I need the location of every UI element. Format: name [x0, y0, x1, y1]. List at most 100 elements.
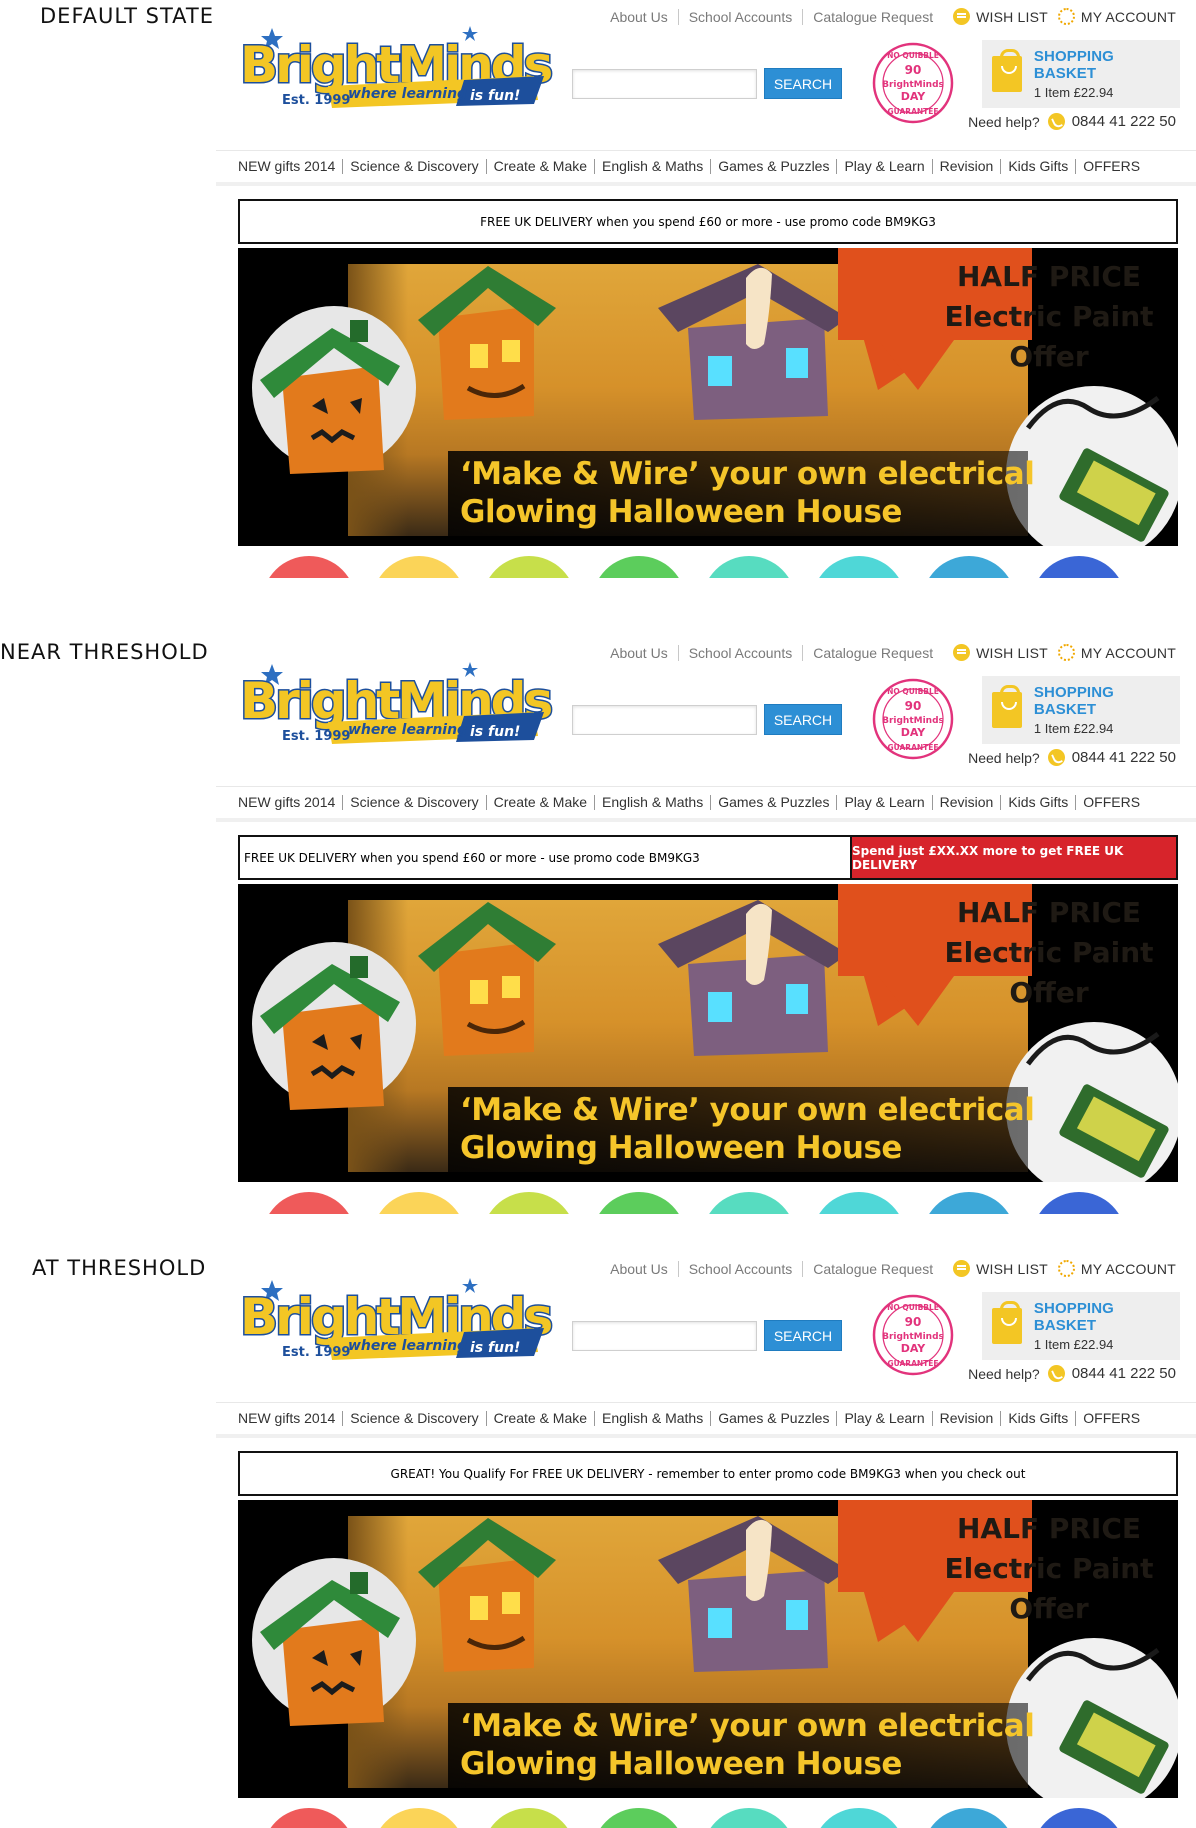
nav-item-english-maths[interactable]: English & Maths	[594, 1411, 710, 1426]
nav-item-create-make[interactable]: Create & Make	[485, 159, 594, 174]
hero-banner[interactable]: HALF PRICE Electric Paint Offer ‘Make & …	[238, 1500, 1178, 1798]
category-circle[interactable]	[1032, 1808, 1126, 1828]
nav-item-offers[interactable]: OFFERS	[1075, 159, 1147, 174]
nav-item-kids-gifts[interactable]: Kids Gifts	[1000, 1411, 1075, 1426]
hero-caption-line-2: Glowing Halloween House	[460, 1746, 902, 1782]
search-input[interactable]	[572, 1320, 757, 1351]
brightminds-logo[interactable]: BrightMinds Est. 1999 where learning is …	[238, 24, 556, 120]
phone-number[interactable]: 0844 41 222 50	[1072, 749, 1176, 766]
about-us-link[interactable]: About Us	[600, 644, 679, 661]
category-circle[interactable]	[922, 1192, 1016, 1214]
top-links: About Us School Accounts Catalogue Reque…	[600, 644, 1176, 661]
hero-banner[interactable]: HALF PRICE Electric Paint Offer ‘Make & …	[238, 248, 1178, 546]
hero-caption-line-2: Glowing Halloween House	[460, 494, 902, 530]
nav-item-new-gifts[interactable]: NEW gifts 2014	[238, 1411, 342, 1426]
nav-item-english-maths[interactable]: English & Maths	[594, 795, 710, 810]
nav-item-play-learn[interactable]: Play & Learn	[836, 795, 931, 810]
nav-item-new-gifts[interactable]: NEW gifts 2014	[238, 159, 342, 174]
category-circle[interactable]	[372, 1808, 466, 1828]
category-circle[interactable]	[262, 556, 356, 578]
nav-item-play-learn[interactable]: Play & Learn	[836, 1411, 931, 1426]
category-circle[interactable]	[922, 1808, 1016, 1828]
catalogue-request-link[interactable]: Catalogue Request	[803, 645, 943, 661]
nav-item-science[interactable]: Science & Discovery	[342, 795, 485, 810]
phone-icon	[1047, 749, 1065, 766]
wish-list-link[interactable]: WISH LIST	[953, 644, 1048, 661]
nav-item-games-puzzles[interactable]: Games & Puzzles	[710, 795, 836, 810]
search-button[interactable]: SEARCH	[764, 68, 842, 99]
nav-item-games-puzzles[interactable]: Games & Puzzles	[710, 1411, 836, 1426]
category-circle[interactable]	[482, 1808, 576, 1828]
search-bar: SEARCH	[572, 704, 842, 735]
category-circle[interactable]	[592, 1808, 686, 1828]
search-button[interactable]: SEARCH	[764, 1320, 842, 1351]
nav-item-play-learn[interactable]: Play & Learn	[836, 159, 931, 174]
catalogue-request-link[interactable]: Catalogue Request	[803, 1261, 943, 1277]
category-circle[interactable]	[482, 1192, 576, 1214]
nav-item-kids-gifts[interactable]: Kids Gifts	[1000, 159, 1075, 174]
category-circle[interactable]	[1032, 556, 1126, 578]
wish-list-link[interactable]: WISH LIST	[953, 1260, 1048, 1277]
svg-text:GUARANTEE: GUARANTEE	[887, 107, 938, 116]
my-account-link[interactable]: MY ACCOUNT	[1057, 8, 1176, 25]
category-circle[interactable]	[262, 1808, 356, 1828]
nav-item-kids-gifts[interactable]: Kids Gifts	[1000, 795, 1075, 810]
wish-list-label: WISH LIST	[976, 8, 1048, 25]
category-circle[interactable]	[592, 556, 686, 578]
category-circle[interactable]	[812, 1192, 906, 1214]
nav-item-new-gifts[interactable]: NEW gifts 2014	[238, 795, 342, 810]
help-line: Need help? 0844 41 222 50	[968, 749, 1176, 766]
shopping-basket[interactable]: SHOPPING BASKET 1 Item £22.94	[982, 40, 1180, 108]
search-input[interactable]	[572, 68, 757, 99]
brightminds-logo[interactable]: BrightMinds Est. 1999 where learning is …	[238, 660, 556, 756]
phone-number[interactable]: 0844 41 222 50	[1072, 113, 1176, 130]
category-circle[interactable]	[922, 556, 1016, 578]
svg-text:NO QUIBBLE: NO QUIBBLE	[887, 51, 939, 60]
category-circle[interactable]	[702, 556, 796, 578]
category-circle[interactable]	[812, 556, 906, 578]
category-circle[interactable]	[482, 556, 576, 578]
search-input[interactable]	[572, 704, 757, 735]
category-circle[interactable]	[592, 1192, 686, 1214]
nav-item-offers[interactable]: OFFERS	[1075, 1411, 1147, 1426]
nav-item-create-make[interactable]: Create & Make	[485, 795, 594, 810]
phone-number[interactable]: 0844 41 222 50	[1072, 1365, 1176, 1382]
school-accounts-link[interactable]: School Accounts	[679, 644, 804, 661]
state-label: DEFAULT STATE	[40, 4, 214, 28]
svg-text:is fun!: is fun!	[470, 724, 520, 740]
half-price-offer-tag: HALF PRICE Electric Paint Offer	[940, 1500, 1158, 1666]
school-accounts-link[interactable]: School Accounts	[679, 8, 804, 25]
my-account-link[interactable]: MY ACCOUNT	[1057, 644, 1176, 661]
nav-item-create-make[interactable]: Create & Make	[485, 1411, 594, 1426]
nav-item-science[interactable]: Science & Discovery	[342, 159, 485, 174]
about-us-link[interactable]: About Us	[600, 1260, 679, 1277]
my-account-link[interactable]: MY ACCOUNT	[1057, 1260, 1176, 1277]
category-circle[interactable]	[812, 1808, 906, 1828]
category-circle[interactable]	[372, 1192, 466, 1214]
nav-item-revision[interactable]: Revision	[931, 159, 1001, 174]
hero-banner[interactable]: HALF PRICE Electric Paint Offer ‘Make & …	[238, 884, 1178, 1182]
category-circle[interactable]	[702, 1808, 796, 1828]
offer-line-3: Offer	[1009, 340, 1089, 373]
nav-item-revision[interactable]: Revision	[931, 1411, 1001, 1426]
svg-text:DAY: DAY	[901, 1342, 927, 1355]
nav-item-offers[interactable]: OFFERS	[1075, 795, 1147, 810]
catalogue-request-link[interactable]: Catalogue Request	[803, 9, 943, 25]
wish-list-link[interactable]: WISH LIST	[953, 8, 1048, 25]
about-us-link[interactable]: About Us	[600, 8, 679, 25]
shopping-basket[interactable]: SHOPPING BASKET 1 Item £22.94	[982, 1292, 1180, 1360]
nav-item-games-puzzles[interactable]: Games & Puzzles	[710, 159, 836, 174]
category-circle[interactable]	[1032, 1192, 1126, 1214]
school-accounts-link[interactable]: School Accounts	[679, 1260, 804, 1277]
nav-item-science[interactable]: Science & Discovery	[342, 1411, 485, 1426]
shopping-basket[interactable]: SHOPPING BASKET 1 Item £22.94	[982, 676, 1180, 744]
nav-item-revision[interactable]: Revision	[931, 795, 1001, 810]
brightminds-logo[interactable]: BrightMinds Est. 1999 where learning is …	[238, 1276, 556, 1372]
category-circle[interactable]	[262, 1192, 356, 1214]
category-circle[interactable]	[372, 556, 466, 578]
nav-item-english-maths[interactable]: English & Maths	[594, 159, 710, 174]
search-button[interactable]: SEARCH	[764, 704, 842, 735]
category-circle[interactable]	[702, 1192, 796, 1214]
guarantee-stamp: NO QUIBBLE 90 BrightMinds DAY GUARANTEE	[872, 1294, 954, 1376]
half-price-offer-tag: HALF PRICE Electric Paint Offer	[940, 884, 1158, 1050]
